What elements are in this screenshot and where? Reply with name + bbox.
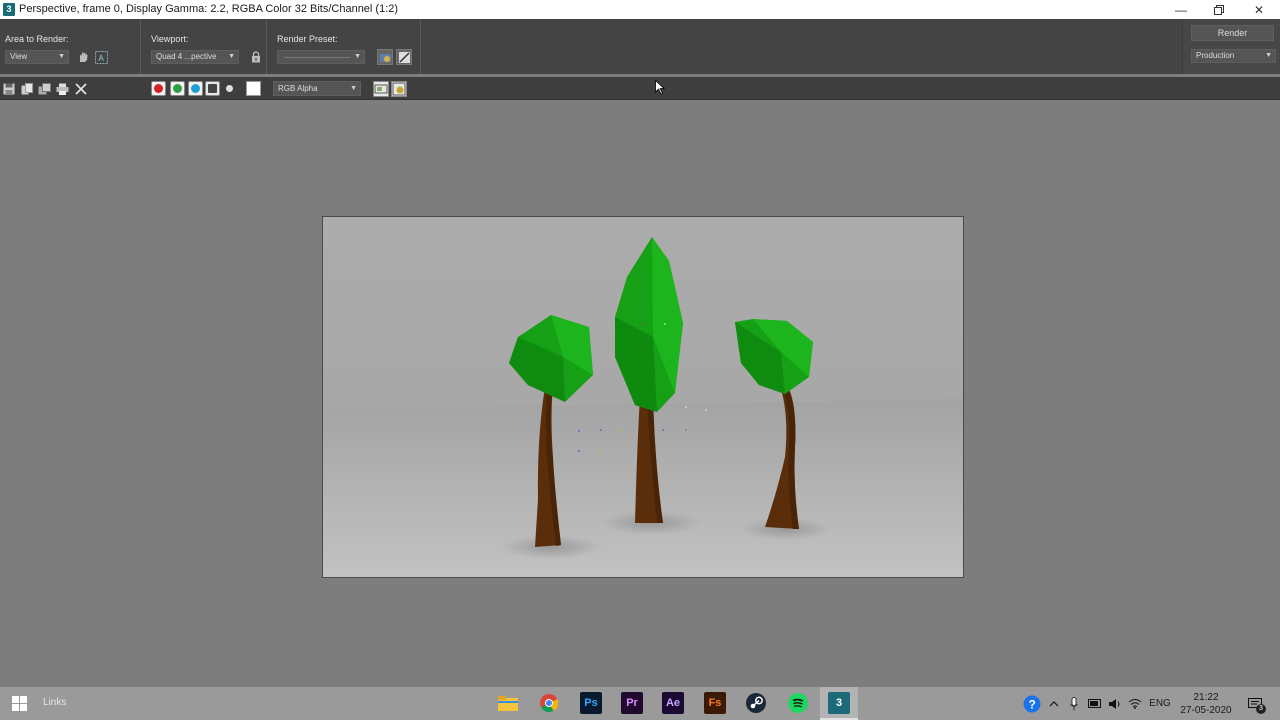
alpha-channel-toggle[interactable]	[205, 81, 220, 96]
render-panel: Render Production ▼	[1182, 19, 1280, 74]
clock-date: 27-05-2020	[1180, 704, 1232, 716]
blue-channel-toggle[interactable]	[188, 81, 203, 96]
restore-icon[interactable]	[1200, 0, 1238, 19]
monochrome-toggle[interactable]	[226, 85, 233, 92]
steam-icon[interactable]	[745, 692, 767, 714]
windows-start-icon[interactable]	[12, 696, 27, 716]
3dsmax-icon: 3	[828, 692, 850, 714]
viewport-dropdown[interactable]: Quad 4 ...pective ▼	[151, 50, 239, 64]
channel-display-dropdown[interactable]: RGB Alpha ▼	[273, 81, 361, 96]
file-explorer-icon[interactable]	[497, 692, 519, 714]
notification-count-badge: 3	[1256, 704, 1266, 714]
red-channel-toggle[interactable]	[151, 81, 166, 96]
fs-icon[interactable]: Fs	[704, 692, 726, 714]
microphone-icon[interactable]	[1066, 687, 1082, 720]
area-to-render-dropdown[interactable]: View ▼	[5, 50, 69, 64]
photoshop-icon[interactable]: Ps	[580, 692, 602, 714]
green-channel-toggle[interactable]	[170, 81, 185, 96]
render-setup-icon[interactable]	[377, 49, 393, 65]
svg-text:A: A	[98, 54, 104, 63]
taskbar-search-label[interactable]: Links	[43, 697, 66, 708]
clone-window-icon[interactable]	[38, 82, 51, 95]
channel-display-value: RGB Alpha	[278, 84, 318, 93]
rendered-image	[322, 216, 964, 578]
3dsmax-app-icon: 3	[3, 3, 15, 16]
environment-effects-icon[interactable]	[396, 49, 412, 65]
clock[interactable]: 21:22 27-05-2020	[1176, 687, 1236, 720]
chrome-icon[interactable]	[538, 692, 560, 714]
close-icon[interactable]: ✕	[1240, 0, 1278, 19]
pan-hand-icon[interactable]	[76, 50, 90, 64]
frame-buffer-toolbar: RGB Alpha ▼	[0, 77, 1280, 100]
spotify-icon[interactable]	[787, 692, 809, 714]
notifications-icon[interactable]: 3	[1244, 687, 1266, 720]
render-toolbar: Area to Render: View ▼ A Viewport: Quad 4…	[0, 19, 1280, 74]
auto-region-icon[interactable]: A	[94, 50, 108, 64]
wifi-icon[interactable]	[1126, 687, 1144, 720]
render-region-icon[interactable]	[391, 81, 407, 97]
print-icon[interactable]	[56, 82, 69, 95]
after-effects-icon[interactable]: Ae	[662, 692, 684, 714]
clock-time: 21:22	[1193, 691, 1219, 703]
volume-icon[interactable]	[1106, 687, 1124, 720]
render-button[interactable]: Render	[1191, 25, 1274, 41]
viewport-label: Viewport:	[151, 34, 189, 44]
help-icon[interactable]: ?	[1022, 687, 1042, 720]
viewport-value: Quad 4 ...pective	[156, 52, 217, 61]
mouse-cursor-icon	[655, 80, 665, 95]
minimize-icon[interactable]: —	[1162, 0, 1200, 19]
area-to-render-label: Area to Render:	[5, 34, 69, 44]
svg-text:?: ?	[1029, 697, 1036, 711]
production-dropdown[interactable]: Production ▼	[1191, 49, 1276, 63]
show-hidden-icons-icon[interactable]	[1046, 687, 1062, 720]
lock-icon[interactable]	[249, 50, 263, 64]
language-indicator[interactable]: ENG	[1148, 687, 1172, 720]
window-title: Perspective, frame 0, Display Gamma: 2.2…	[19, 3, 399, 15]
render-preset-dropdown[interactable]: ▼	[277, 50, 365, 64]
windows-taskbar: Links Ps Pr Ae Fs 3 ? ENG 21:22 27-05-20…	[0, 687, 1280, 720]
battery-icon[interactable]	[1086, 687, 1104, 720]
copy-image-icon[interactable]	[21, 82, 34, 95]
production-value: Production	[1196, 51, 1235, 60]
premiere-icon[interactable]: Pr	[621, 692, 643, 714]
display-toggle-icon[interactable]	[373, 81, 389, 97]
frame-buffer-area	[0, 80, 1280, 687]
save-image-icon[interactable]	[3, 82, 16, 95]
clear-icon[interactable]	[75, 82, 88, 95]
render-preset-label: Render Preset:	[277, 34, 338, 44]
swatch-color[interactable]	[246, 81, 261, 96]
title-bar: 3 Perspective, frame 0, Display Gamma: 2…	[0, 0, 1280, 19]
area-to-render-value: View	[10, 52, 28, 61]
3dsmax-taskbar-button[interactable]: 3	[820, 687, 858, 720]
